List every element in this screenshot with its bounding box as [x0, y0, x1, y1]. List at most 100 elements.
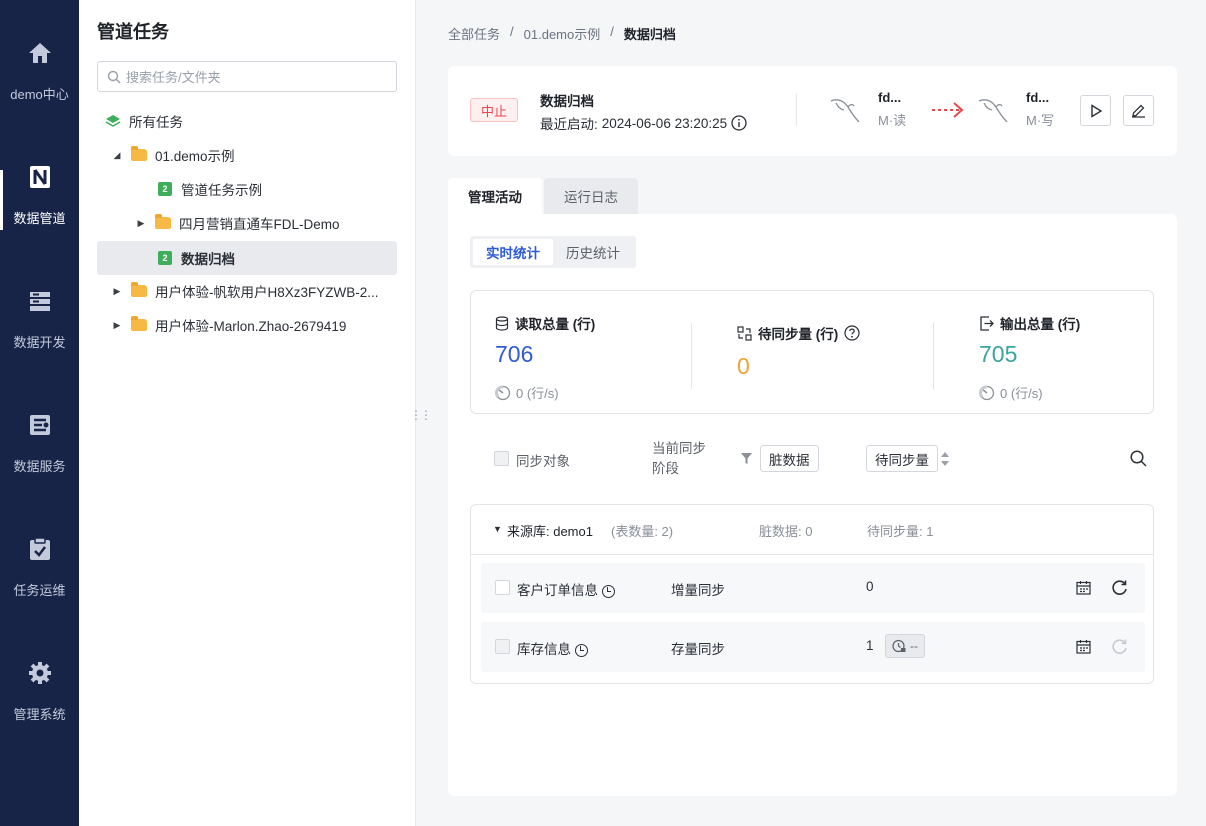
task-header-card: 中止 数据归档 最近启动: 2024-06-06 23:20:25 fd... … — [448, 66, 1177, 156]
table-row[interactable]: 库存信息 存量同步 1 -- — [481, 622, 1145, 672]
edit-button[interactable] — [1123, 95, 1154, 126]
panel-resize-handle[interactable]: ⋮⋮ — [410, 409, 432, 421]
timer-lock-icon — [892, 639, 906, 653]
tree-item-folder-user-exp-1[interactable]: ▶ 用户体验-帆软用户H8Xz3FYZWB-2... — [97, 274, 397, 308]
stat-output-value: 705 — [979, 341, 1018, 367]
nav-item-admin[interactable]: 管理系统 — [0, 620, 79, 730]
task-tree-panel: 管道任务 搜索任务/文件夹 所有任务 ◢ 01.demo示例 2 管道任务示例 … — [79, 0, 416, 826]
clock-icon — [575, 643, 588, 657]
nav-item-data-dev[interactable]: 数据开发 — [0, 248, 79, 358]
breadcrumb-root[interactable]: 全部任务 — [448, 24, 500, 43]
nav-item-data-pipeline[interactable]: 数据管道 — [0, 124, 79, 234]
folder-icon — [131, 316, 147, 333]
help-icon[interactable] — [844, 325, 860, 341]
pending-detail-chip[interactable]: -- — [885, 634, 925, 658]
tree-item-label: 数据归档 — [181, 252, 235, 267]
group-source: 来源库: demo1 — [507, 524, 593, 539]
source-db-name: fd... — [878, 90, 902, 105]
tab-manage-activity[interactable]: 管理活动 — [448, 178, 542, 214]
data-dev-icon — [27, 288, 53, 314]
nav-label: 数据管道 — [13, 211, 66, 226]
pending-sort-button[interactable]: 待同步量 — [866, 445, 938, 472]
export-icon — [980, 315, 994, 331]
source-db: fd... M·读 — [828, 90, 906, 129]
last-start-value: 2024-06-06 23:20:25 — [601, 115, 728, 131]
info-icon[interactable] — [731, 115, 747, 131]
stat-rate-text: 0 (行/s) — [1000, 386, 1043, 401]
calendar-icon[interactable] — [1076, 639, 1091, 654]
stat-label: 待同步量 (行) — [737, 323, 860, 343]
select-all-checkbox[interactable] — [494, 451, 509, 466]
tree-item-all-tasks[interactable]: 所有任务 — [97, 104, 397, 138]
search-icon[interactable] — [1130, 450, 1147, 467]
tree-item-label: 四月营销直通车FDL-Demo — [179, 217, 340, 232]
divider — [933, 323, 934, 389]
last-start-label: 最近启动: — [540, 117, 598, 132]
row-checkbox[interactable] — [495, 580, 510, 595]
stat-read-rate: 0 (行/s) — [495, 383, 559, 402]
folder-icon — [131, 282, 147, 299]
col-sync-object: 同步对象 — [516, 454, 570, 469]
search-placeholder: 搜索任务/文件夹 — [126, 70, 221, 85]
row-name-text: 库存信息 — [517, 642, 571, 657]
caret-right-icon[interactable]: ▶ — [111, 320, 123, 331]
stat-read-value: 706 — [495, 341, 534, 367]
pipeline-task-icon: 2 — [157, 250, 173, 266]
flow-arrow-icon — [932, 102, 964, 118]
tree-item-folder-april[interactable]: ▶ 四月营销直通车FDL-Demo — [97, 206, 397, 240]
search-icon — [107, 70, 121, 83]
main-tabs: 管理活动 运行日志 — [448, 178, 638, 214]
group-table-count: (表数量: 2) — [611, 524, 674, 539]
sort-icon[interactable] — [940, 450, 950, 468]
caret-down-icon[interactable]: ▼ — [493, 524, 502, 534]
tree-item-folder-demo[interactable]: ◢ 01.demo示例 — [97, 138, 397, 172]
group-dirty-count: 脏数据: 0 — [759, 524, 813, 539]
speed-icon — [495, 385, 511, 400]
caret-right-icon[interactable]: ▶ — [111, 286, 123, 297]
dirty-data-filter-button[interactable]: 脏数据 — [760, 445, 819, 472]
home-icon — [27, 40, 53, 66]
source-group-header[interactable]: ▼ 来源库: demo1 (表数量: 2) 脏数据: 0 待同步量: 1 — [471, 505, 1153, 555]
nav-label: 任务运维 — [13, 583, 66, 598]
task-ops-icon — [27, 536, 53, 562]
row-table-name: 库存信息 — [517, 638, 588, 658]
filter-icon[interactable] — [740, 452, 753, 465]
refresh-icon[interactable] — [1111, 579, 1128, 596]
stat-output-total: 输出总量 (行) 705 0 (行/s) — [979, 291, 1149, 413]
stat-pending-value: 0 — [737, 353, 750, 379]
col-stage: 当前同步阶段 — [652, 441, 706, 476]
tree-item-folder-user-exp-2[interactable]: ▶ 用户体验-Marlon.Zhao-2679419 — [97, 308, 397, 342]
stats-box: 读取总量 (行) 706 0 (行/s) 待同步量 (行) 0 输出总量 (行)… — [470, 290, 1154, 414]
tree-item-label: 01.demo示例 — [155, 149, 235, 164]
tree-item-data-archive[interactable]: 2 数据归档 — [97, 241, 397, 275]
table-row[interactable]: 客户订单信息 增量同步 0 — [481, 563, 1145, 613]
segment-realtime[interactable]: 实时统计 — [473, 239, 553, 265]
task-title: 数据归档 — [540, 94, 594, 109]
target-db: fd... M·写 — [976, 90, 1054, 129]
nav-label: 数据开发 — [13, 335, 66, 350]
nav-item-demo-center[interactable]: demo中心 — [0, 0, 79, 110]
nav-label: 管理系统 — [13, 707, 66, 722]
tab-run-log[interactable]: 运行日志 — [544, 178, 638, 214]
segment-history[interactable]: 历史统计 — [553, 239, 633, 265]
pipeline-icon — [27, 164, 53, 190]
breadcrumb-folder[interactable]: 01.demo示例 — [524, 24, 601, 43]
activity-panel: 实时统计 历史统计 读取总量 (行) 706 0 (行/s) 待同步量 (行) … — [448, 214, 1177, 796]
nav-item-task-ops[interactable]: 任务运维 — [0, 496, 79, 606]
row-checkbox[interactable] — [495, 639, 510, 654]
pipeline-task-icon: 2 — [157, 181, 173, 197]
search-input[interactable]: 搜索任务/文件夹 — [97, 61, 397, 92]
nav-item-data-service[interactable]: 数据服务 — [0, 372, 79, 482]
speed-icon — [979, 385, 995, 400]
left-nav: demo中心 数据管道 数据开发 数据服务 任务运维 管理系统 — [0, 0, 79, 826]
caret-right-icon[interactable]: ▶ — [135, 218, 147, 229]
folder-icon — [131, 146, 147, 163]
nav-label: demo中心 — [10, 87, 69, 102]
stat-read-label: 读取总量 (行) — [515, 317, 596, 332]
layers-icon — [105, 113, 121, 129]
calendar-icon[interactable] — [1076, 580, 1091, 595]
tree-item-pipeline-example[interactable]: 2 管道任务示例 — [97, 172, 397, 206]
row-stage: 增量同步 — [671, 583, 725, 598]
caret-down-icon[interactable]: ◢ — [111, 150, 123, 161]
run-button[interactable] — [1080, 95, 1111, 126]
